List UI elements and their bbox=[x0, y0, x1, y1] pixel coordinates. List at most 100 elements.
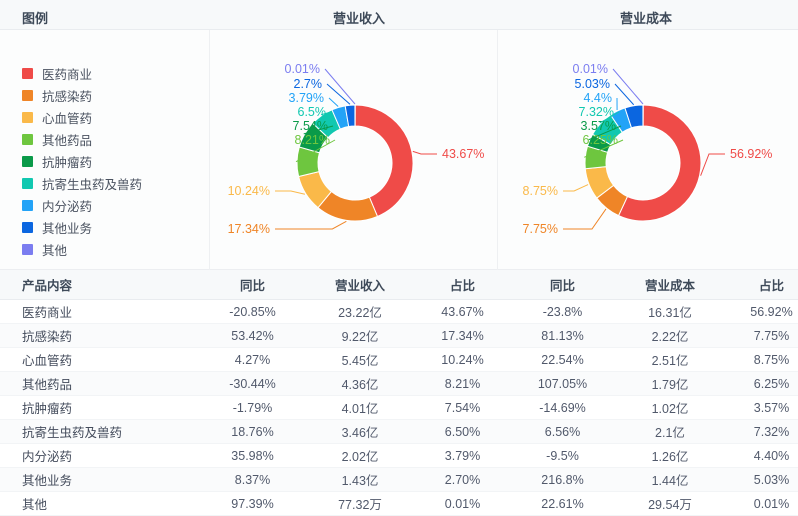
revenue-yoy-cell: -20.85% bbox=[200, 300, 305, 324]
cost-share-cell: 3.57% bbox=[725, 396, 798, 420]
legend-item-label: 医药商业 bbox=[42, 64, 92, 83]
revenue-yoy-cell: 35.98% bbox=[200, 444, 305, 468]
donut-slice-percent-label: 8.75% bbox=[523, 184, 558, 198]
legend-item[interactable]: 内分泌药 bbox=[22, 194, 142, 216]
revenue-cell: 23.22亿 bbox=[305, 300, 415, 324]
cost-yoy-cell: 22.61% bbox=[510, 492, 615, 516]
table-row[interactable]: 其他药品-30.44%4.36亿8.21%107.05%1.79亿6.25% bbox=[0, 372, 798, 396]
table-column-header[interactable]: 占比 bbox=[725, 270, 798, 300]
cost-cell: 2.22亿 bbox=[615, 324, 725, 348]
donut-slice-percent-label: 5.03% bbox=[575, 77, 610, 91]
revenue-cell: 1.43亿 bbox=[305, 468, 415, 492]
legend-color-swatch bbox=[22, 134, 33, 145]
donut-slice-percent-label: 6.5% bbox=[298, 105, 327, 119]
legend-item[interactable]: 抗寄生虫药及兽药 bbox=[22, 172, 142, 194]
revenue-share-cell: 10.24% bbox=[415, 348, 510, 372]
legend-item[interactable]: 医药商业 bbox=[22, 62, 142, 84]
revenue-share-cell: 2.70% bbox=[415, 468, 510, 492]
label-leader-line bbox=[275, 191, 305, 194]
legend-item-label: 其他药品 bbox=[42, 130, 92, 149]
legend-color-swatch bbox=[22, 200, 33, 211]
donut-slice-percent-label: 2.7% bbox=[294, 77, 323, 91]
chart-cost-title: 营业成本 bbox=[620, 8, 672, 27]
cost-cell: 29.54万 bbox=[615, 492, 725, 516]
revenue-share-cell: 8.21% bbox=[415, 372, 510, 396]
legend-item[interactable]: 其他药品 bbox=[22, 128, 142, 150]
donut-slice-percent-label: 17.34% bbox=[228, 222, 270, 236]
legend-color-swatch bbox=[22, 244, 33, 255]
table-row[interactable]: 心血管药4.27%5.45亿10.24%22.54%2.51亿8.75% bbox=[0, 348, 798, 372]
legend-item-label: 其他 bbox=[42, 240, 67, 259]
table-body: 医药商业-20.85%23.22亿43.67%-23.8%16.31亿56.92… bbox=[0, 300, 798, 516]
legend-title: 图例 bbox=[22, 8, 48, 27]
cost-cell: 2.1亿 bbox=[615, 420, 725, 444]
cost-yoy-cell: -14.69% bbox=[510, 396, 615, 420]
table-column-header[interactable]: 同比 bbox=[510, 270, 615, 300]
legend-color-swatch bbox=[22, 68, 33, 79]
label-leader-line bbox=[563, 209, 606, 229]
product-name-cell: 其他药品 bbox=[0, 372, 200, 396]
cost-yoy-cell: 6.56% bbox=[510, 420, 615, 444]
label-leader-line bbox=[329, 98, 338, 106]
table-column-header[interactable]: 同比 bbox=[200, 270, 305, 300]
revenue-yoy-cell: 53.42% bbox=[200, 324, 305, 348]
legend-item[interactable]: 心血管药 bbox=[22, 106, 142, 128]
table-column-header[interactable]: 营业收入 bbox=[305, 270, 415, 300]
report-page: 图例 营业收入 营业成本 医药商业抗感染药心血管药其他药品抗肿瘤药抗寄生虫药及兽… bbox=[0, 0, 798, 509]
legend-color-swatch bbox=[22, 90, 33, 101]
label-leader-line bbox=[563, 185, 588, 191]
cost-share-cell: 5.03% bbox=[725, 468, 798, 492]
table-column-header[interactable]: 营业成本 bbox=[615, 270, 725, 300]
table-header-row: 产品内容同比营业收入占比同比营业成本占比 bbox=[0, 270, 798, 300]
legend-item-label: 抗寄生虫药及兽药 bbox=[42, 174, 142, 193]
legend-item[interactable]: 其他业务 bbox=[22, 216, 142, 238]
label-leader-line bbox=[615, 84, 634, 105]
revenue-cell: 4.01亿 bbox=[305, 396, 415, 420]
legend-item-label: 其他业务 bbox=[42, 218, 92, 237]
chart-revenue-title: 营业收入 bbox=[333, 8, 385, 27]
legend-item[interactable]: 其他 bbox=[22, 238, 142, 260]
revenue-cell: 77.32万 bbox=[305, 492, 415, 516]
revenue-cell: 3.46亿 bbox=[305, 420, 415, 444]
cost-yoy-cell: 81.13% bbox=[510, 324, 615, 348]
revenue-yoy-cell: 8.37% bbox=[200, 468, 305, 492]
cost-cell: 1.44亿 bbox=[615, 468, 725, 492]
donut-slice-percent-label: 3.57% bbox=[581, 119, 616, 133]
table-row[interactable]: 其他97.39%77.32万0.01%22.61%29.54万0.01% bbox=[0, 492, 798, 516]
label-leader-line bbox=[701, 154, 725, 176]
revenue-share-cell: 43.67% bbox=[415, 300, 510, 324]
table-row[interactable]: 抗肿瘤药-1.79%4.01亿7.54%-14.69%1.02亿3.57% bbox=[0, 396, 798, 420]
table-row[interactable]: 医药商业-20.85%23.22亿43.67%-23.8%16.31亿56.92… bbox=[0, 300, 798, 324]
table-row[interactable]: 内分泌药35.98%2.02亿3.79%-9.5%1.26亿4.40% bbox=[0, 444, 798, 468]
table-column-header[interactable]: 占比 bbox=[415, 270, 510, 300]
revenue-yoy-cell: 18.76% bbox=[200, 420, 305, 444]
legend-item-label: 内分泌药 bbox=[42, 196, 92, 215]
cost-share-cell: 4.40% bbox=[725, 444, 798, 468]
legend-color-swatch bbox=[22, 156, 33, 167]
table-column-header[interactable]: 产品内容 bbox=[0, 270, 200, 300]
cost-cell: 1.79亿 bbox=[615, 372, 725, 396]
product-name-cell: 医药商业 bbox=[0, 300, 200, 324]
cost-yoy-cell: -9.5% bbox=[510, 444, 615, 468]
cost-yoy-cell: 107.05% bbox=[510, 372, 615, 396]
legend-item-label: 心血管药 bbox=[42, 108, 92, 127]
table-row[interactable]: 抗感染药53.42%9.22亿17.34%81.13%2.22亿7.75% bbox=[0, 324, 798, 348]
cost-share-cell: 7.75% bbox=[725, 324, 798, 348]
revenue-yoy-cell: 4.27% bbox=[200, 348, 305, 372]
legend-item[interactable]: 抗肿瘤药 bbox=[22, 150, 142, 172]
donut-chart-revenue: 43.67%17.34%10.24%8.21%7.54%6.5%3.79%2.7… bbox=[210, 36, 500, 266]
donut-slice-percent-label: 7.54% bbox=[293, 119, 328, 133]
product-name-cell: 抗感染药 bbox=[0, 324, 200, 348]
table-row[interactable]: 抗寄生虫药及兽药18.76%3.46亿6.50%6.56%2.1亿7.32% bbox=[0, 420, 798, 444]
product-name-cell: 抗寄生虫药及兽药 bbox=[0, 420, 200, 444]
cost-yoy-cell: -23.8% bbox=[510, 300, 615, 324]
product-name-cell: 内分泌药 bbox=[0, 444, 200, 468]
cost-share-cell: 6.25% bbox=[725, 372, 798, 396]
table-row[interactable]: 其他业务8.37%1.43亿2.70%216.8%1.44亿5.03% bbox=[0, 468, 798, 492]
cost-cell: 16.31亿 bbox=[615, 300, 725, 324]
revenue-yoy-cell: -30.44% bbox=[200, 372, 305, 396]
donut-slice-percent-label: 10.24% bbox=[228, 184, 270, 198]
donut-slice-percent-label: 4.4% bbox=[584, 91, 613, 105]
legend-item[interactable]: 抗感染药 bbox=[22, 84, 142, 106]
revenue-cell: 9.22亿 bbox=[305, 324, 415, 348]
